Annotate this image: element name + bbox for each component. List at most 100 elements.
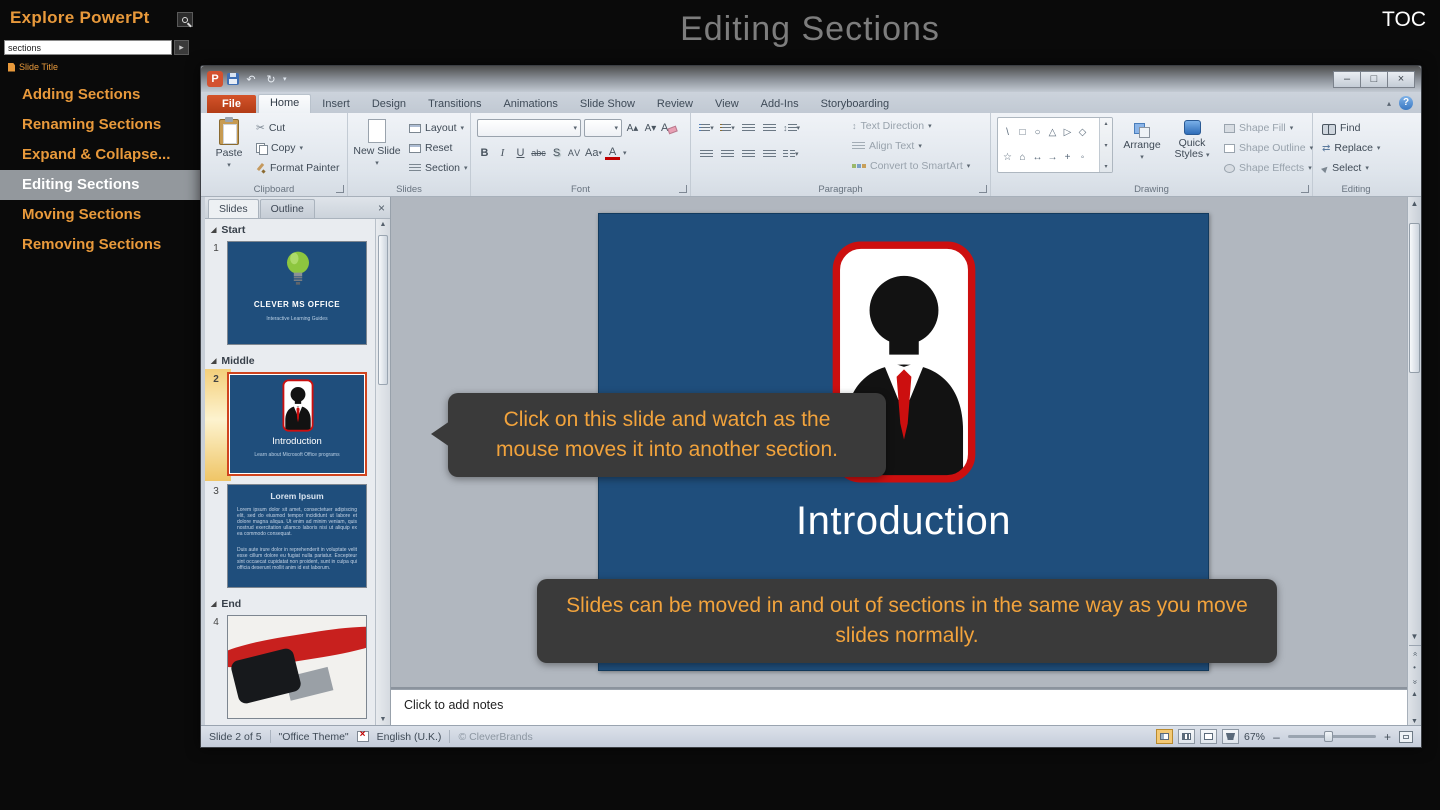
- bold-button[interactable]: B: [477, 145, 492, 161]
- tab-transitions[interactable]: Transitions: [417, 95, 492, 113]
- shape-triangle-icon[interactable]: △: [1047, 127, 1058, 138]
- strikethrough-button[interactable]: abc: [531, 145, 546, 161]
- underline-button[interactable]: U: [513, 145, 528, 161]
- slideshow-view-button[interactable]: [1222, 729, 1239, 744]
- shape-arrow-icon[interactable]: →: [1047, 152, 1058, 163]
- scroll-up-icon[interactable]: ▲: [1408, 197, 1422, 211]
- minimize-button[interactable]: –: [1333, 71, 1361, 88]
- zoom-slider-thumb[interactable]: [1324, 731, 1333, 742]
- spellcheck-icon[interactable]: [357, 731, 369, 742]
- language-label[interactable]: English (U.K.): [377, 731, 442, 743]
- arrange-button[interactable]: Arrange▾: [1119, 116, 1165, 163]
- redo-icon[interactable]: ↻: [263, 73, 279, 86]
- shape-arrowhead-icon[interactable]: ▷: [1062, 127, 1073, 138]
- notes-scroll-down-icon[interactable]: ▼: [1411, 718, 1418, 725]
- text-direction-button[interactable]: ↕Text Direction▾: [849, 116, 973, 136]
- tab-insert[interactable]: Insert: [311, 95, 361, 113]
- sidebar-item-editing-sections[interactable]: Editing Sections: [0, 170, 200, 200]
- slide-2-thumbnail[interactable]: Introduction Learn about Microsoft Offic…: [227, 372, 367, 476]
- slide-3-thumbnail[interactable]: Lorem Ipsum Lorem ipsum dolor sit amet, …: [227, 484, 367, 588]
- slide-title[interactable]: Introduction: [599, 499, 1208, 544]
- font-dialog-launcher-icon[interactable]: [679, 185, 687, 193]
- format-painter-button[interactable]: Format Painter: [253, 158, 342, 178]
- shape-plus-icon[interactable]: +: [1062, 152, 1073, 163]
- search-input[interactable]: [4, 40, 172, 55]
- drawing-dialog-launcher-icon[interactable]: [1301, 185, 1309, 193]
- paragraph-dialog-launcher-icon[interactable]: [979, 185, 987, 193]
- slide-scrollbar[interactable]: ▲ ▼ « • «: [1407, 197, 1421, 689]
- previous-slide-button[interactable]: «: [1408, 647, 1422, 661]
- align-left-button[interactable]: [699, 146, 714, 162]
- sidebar-item-expand-collapse[interactable]: Expand & Collapse...: [0, 140, 200, 170]
- decrease-indent-button[interactable]: [741, 120, 756, 136]
- panel-scroll-up-icon[interactable]: ▲: [380, 221, 387, 228]
- numbering-button[interactable]: ▾: [720, 120, 735, 136]
- change-case-button[interactable]: Aa▾: [585, 145, 602, 161]
- scroll-down-icon[interactable]: ▼: [1408, 630, 1422, 644]
- align-center-button[interactable]: [720, 146, 735, 162]
- tab-storyboarding[interactable]: Storyboarding: [810, 95, 901, 113]
- paste-button[interactable]: Paste▾: [209, 116, 249, 171]
- shape-effects-button[interactable]: Shape Effects▾: [1221, 158, 1316, 178]
- columns-button[interactable]: ▾: [783, 146, 799, 162]
- clear-formatting-button[interactable]: A: [661, 120, 677, 136]
- tab-view[interactable]: View: [704, 95, 750, 113]
- sidebar-item-moving-sections[interactable]: Moving Sections: [0, 200, 200, 230]
- shapes-scroll-up-icon[interactable]: ▴: [1104, 120, 1107, 127]
- zoom-slider[interactable]: [1288, 735, 1376, 738]
- shapes-gallery-scrollbar[interactable]: ▴ ▾ ▾: [1099, 118, 1112, 172]
- shape-doublearrow-icon[interactable]: ↔: [1032, 152, 1043, 163]
- reset-button[interactable]: Reset: [406, 138, 471, 158]
- shapes-more-icon[interactable]: ▾: [1104, 163, 1107, 170]
- replace-button[interactable]: ⇄Replace▾: [1319, 138, 1383, 158]
- zoom-in-button[interactable]: +: [1381, 730, 1394, 744]
- tab-design[interactable]: Design: [361, 95, 417, 113]
- find-button[interactable]: Find: [1319, 118, 1383, 138]
- fit-to-window-button[interactable]: [1399, 731, 1413, 743]
- justify-button[interactable]: [762, 146, 777, 162]
- section-header-end[interactable]: ◢ End: [205, 593, 375, 612]
- shape-diamond-icon[interactable]: ◇: [1077, 127, 1088, 138]
- scroll-thumb[interactable]: [1409, 223, 1420, 373]
- shape-home-icon[interactable]: ⌂: [1017, 152, 1028, 163]
- slide-sorter-button[interactable]: [1178, 729, 1195, 744]
- cut-button[interactable]: ✂Cut: [253, 118, 342, 138]
- select-button[interactable]: ▶Select▾: [1319, 158, 1383, 178]
- maximize-button[interactable]: □: [1360, 71, 1388, 88]
- close-button[interactable]: ×: [1387, 71, 1415, 88]
- align-right-button[interactable]: [741, 146, 756, 162]
- zoom-out-button[interactable]: –: [1270, 730, 1283, 744]
- shape-line-icon[interactable]: \: [1002, 127, 1013, 138]
- sidebar-item-removing-sections[interactable]: Removing Sections: [0, 230, 200, 260]
- next-slide-button[interactable]: «: [1408, 675, 1422, 689]
- panel-scrollbar[interactable]: ▲ ▼: [375, 219, 390, 725]
- sidebar-item-renaming-sections[interactable]: Renaming Sections: [0, 110, 200, 140]
- tab-slides-panel[interactable]: Slides: [208, 199, 259, 218]
- notes-scroll-up-icon[interactable]: ▲: [1411, 691, 1418, 698]
- tab-animations[interactable]: Animations: [492, 95, 568, 113]
- minimize-ribbon-icon[interactable]: ▴: [1387, 99, 1391, 108]
- qat-dropdown-icon[interactable]: ▾: [283, 75, 287, 83]
- notes-pane[interactable]: Click to add notes: [391, 689, 1407, 727]
- tab-home[interactable]: Home: [258, 94, 311, 113]
- font-size-combo[interactable]: ▾: [584, 119, 622, 137]
- quick-styles-button[interactable]: Quick Styles ▾: [1167, 116, 1217, 161]
- layout-button[interactable]: Layout▾: [406, 118, 471, 138]
- search-go-button[interactable]: ▸: [174, 40, 189, 55]
- notes-scrollbar[interactable]: ▲ ▼: [1407, 689, 1421, 727]
- new-slide-button[interactable]: New Slide ▾: [352, 116, 402, 169]
- text-shadow-button[interactable]: S: [549, 145, 564, 161]
- close-panel-icon[interactable]: ×: [378, 201, 385, 215]
- sidebar-item-adding-sections[interactable]: Adding Sections: [0, 80, 200, 110]
- undo-icon[interactable]: ↶: [243, 73, 259, 86]
- tab-add-ins[interactable]: Add-Ins: [750, 95, 810, 113]
- shape-rect-icon[interactable]: □: [1017, 127, 1028, 138]
- shapes-gallery[interactable]: \ □ ○ △ ▷ ◇ ☆ ⌂ ↔ → + ◦ ▴ ▾ ▾: [997, 117, 1113, 173]
- grow-font-button[interactable]: A▴: [625, 120, 640, 136]
- convert-smartart-button[interactable]: Convert to SmartArt▾: [849, 156, 973, 176]
- increase-indent-button[interactable]: [762, 120, 777, 136]
- tab-review[interactable]: Review: [646, 95, 704, 113]
- tab-outline-panel[interactable]: Outline: [260, 199, 315, 218]
- bullets-button[interactable]: ▾: [699, 120, 714, 136]
- shape-oval-icon[interactable]: ○: [1032, 127, 1043, 138]
